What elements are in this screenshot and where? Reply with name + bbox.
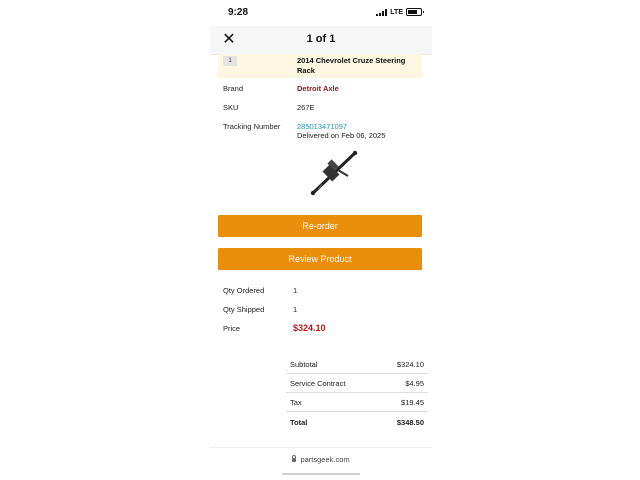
sku-value: 267E bbox=[297, 103, 315, 112]
reorder-button[interactable]: Re-order bbox=[218, 215, 422, 237]
battery-icon bbox=[406, 8, 424, 16]
nav-bar: ✕ 1 of 1 bbox=[210, 26, 432, 55]
status-indicators: LTE bbox=[376, 8, 424, 16]
total-label: Total bbox=[290, 418, 308, 427]
sku-label: SKU bbox=[223, 103, 239, 112]
tracking-label: Tracking Number bbox=[223, 122, 281, 131]
url-bar[interactable]: partsgeek.com bbox=[210, 455, 432, 464]
review-product-button[interactable]: Review Product bbox=[218, 248, 422, 270]
page-indicator: 1 of 1 bbox=[306, 33, 336, 45]
qty-ordered-label: Qty Ordered bbox=[223, 286, 265, 295]
status-bar: 9:28 LTE bbox=[210, 0, 432, 26]
qty-shipped-value: 1 bbox=[293, 305, 298, 314]
home-indicator[interactable] bbox=[282, 473, 360, 475]
tax-label: Tax bbox=[290, 398, 302, 407]
footer-divider bbox=[210, 447, 432, 448]
qty-ordered-value: 1 bbox=[293, 286, 298, 295]
service-contract-label: Service Contract bbox=[290, 379, 346, 388]
price-label: Price bbox=[223, 324, 241, 333]
delivery-status: Delivered on Feb 06, 2025 bbox=[297, 131, 386, 140]
subtotal-label: Subtotal bbox=[290, 360, 318, 369]
url-text: partsgeek.com bbox=[300, 455, 350, 464]
totals-row: Total $348.50 bbox=[286, 412, 428, 431]
lock-icon bbox=[292, 455, 297, 462]
signal-icon bbox=[376, 8, 388, 16]
qty-shipped-label: Qty Shipped bbox=[223, 305, 265, 314]
item-title: 2014 Chevrolet Cruze Steering Rack bbox=[297, 56, 406, 75]
brand-value: Detroit Axle bbox=[297, 84, 339, 93]
item-card: 1 2014 Chevrolet Cruze Steering Rack Bra… bbox=[218, 54, 422, 202]
subtotal-value: $324.10 bbox=[396, 360, 424, 369]
network-label: LTE bbox=[390, 8, 403, 16]
status-time: 9:28 bbox=[228, 7, 249, 18]
brand-label: Brand bbox=[223, 84, 244, 93]
tracking-link[interactable]: 285013471097 bbox=[297, 122, 347, 131]
quantity-card: Qty Ordered 1 Qty Shipped 1 Price $324.1… bbox=[218, 276, 422, 340]
item-header: 1 2014 Chevrolet Cruze Steering Rack bbox=[218, 54, 422, 78]
service-contract-value: $4.95 bbox=[405, 379, 424, 388]
tax-value: $19.45 bbox=[401, 398, 424, 407]
totals-row: Subtotal $324.10 bbox=[286, 354, 428, 374]
totals-row: Tax $19.45 bbox=[286, 392, 428, 412]
totals-row: Service Contract $4.95 bbox=[286, 373, 428, 393]
qty-badge: 1 bbox=[223, 56, 237, 66]
steering-rack-image bbox=[310, 150, 358, 196]
total-value: $348.50 bbox=[396, 418, 424, 427]
price-value: $324.10 bbox=[293, 323, 326, 333]
